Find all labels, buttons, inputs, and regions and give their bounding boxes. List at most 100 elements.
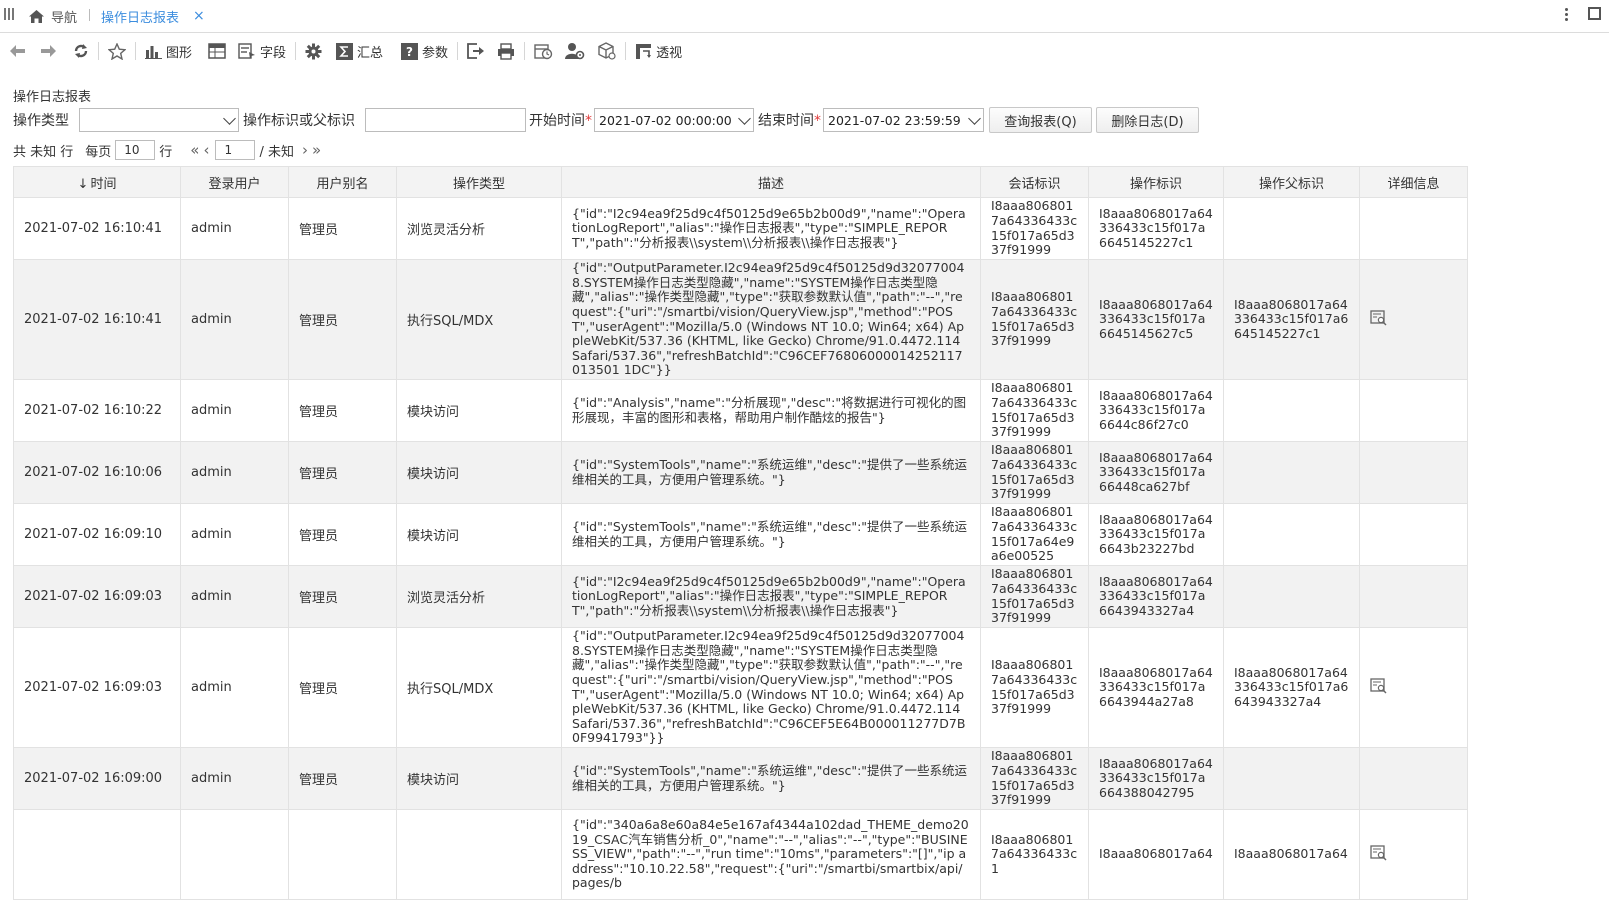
end-time-label: 结束时间* <box>758 110 821 130</box>
cell-time: 2021-07-02 16:10:41 <box>13 197 181 260</box>
field-icon <box>238 42 256 59</box>
table-row[interactable]: 2021-07-02 16:09:03 admin 管理员 浏览灵活分析 {"id":"… <box>13 565 1468 628</box>
param-button[interactable]: ? 参数 <box>398 39 451 63</box>
cell-parent-id <box>1223 565 1360 628</box>
next-page-icon[interactable]: › <box>300 141 310 159</box>
field-label: 字段 <box>260 45 287 61</box>
tab-operation-log-report[interactable]: 操作日志报表 × <box>101 6 205 26</box>
refresh-button[interactable] <box>70 39 92 63</box>
page-input[interactable]: 1 <box>215 140 256 160</box>
print-icon <box>498 42 515 60</box>
user-settings-button[interactable] <box>562 39 588 63</box>
detail-icon[interactable] <box>1370 677 1387 694</box>
table-row[interactable]: 2021-07-02 16:09:03 admin 管理员 执行SQL/MDX {"id… <box>13 627 1468 748</box>
table-row[interactable]: 2021-07-02 16:10:41 admin 管理员 执行SQL/MDX {"id… <box>13 259 1468 380</box>
table-view-button[interactable] <box>205 39 229 63</box>
end-time-label-text: 结束时间 <box>758 113 814 129</box>
home-icon <box>29 9 44 23</box>
cell-session: I8aaa8068017a64336433c15f017a64e9a6e0052… <box>980 503 1089 566</box>
column-header-op-id[interactable]: 操作标识 <box>1088 166 1224 198</box>
cube-icon <box>598 42 616 60</box>
cell-op-id: I8aaa8068017a64336433c15f017a6645145227c… <box>1088 197 1224 260</box>
back-button[interactable] <box>6 39 29 63</box>
column-header-desc[interactable]: 描述 <box>561 166 981 198</box>
menu-grip-icon[interactable] <box>4 8 14 22</box>
cell-alias: 管理员 <box>288 441 397 504</box>
start-time-label: 开始时间* <box>529 110 592 130</box>
prev-page-icon[interactable]: ‹ <box>201 141 211 159</box>
column-header-user[interactable]: 登录用户 <box>180 166 289 198</box>
print-button[interactable] <box>494 39 518 63</box>
column-header-parent-id[interactable]: 操作父标识 <box>1223 166 1360 198</box>
gear-icon <box>305 43 322 59</box>
cell-op-type: 浏览灵活分析 <box>396 565 562 628</box>
first-page-icon[interactable]: « <box>188 141 201 159</box>
cell-parent-id <box>1223 379 1360 442</box>
cell-time: 2021-07-02 16:10:22 <box>13 379 181 442</box>
column-header-op-type[interactable]: 操作类型 <box>396 166 562 198</box>
tab-home[interactable]: 导航 <box>28 6 77 26</box>
cell-alias: 管理员 <box>288 259 397 380</box>
parameter-panel: 操作类型 操作标识或父标识 开始时间* 2021-07-02 00:00:00 … <box>13 107 1199 133</box>
column-header-alias[interactable]: 用户别名 <box>288 166 397 198</box>
end-time-value: 2021-07-02 23:59:59 <box>828 112 961 128</box>
tab-home-label: 导航 <box>51 10 78 26</box>
sort-down-icon: ↓ <box>77 176 89 192</box>
cell-desc: {"id":"OutputParameter.I2c94ea9f25d9c4f5… <box>561 627 981 748</box>
export-button[interactable] <box>464 39 488 63</box>
detail-icon[interactable] <box>1370 844 1387 861</box>
close-icon[interactable]: × <box>193 8 205 24</box>
column-header-time[interactable]: ↓ 时间 <box>13 166 181 198</box>
delete-log-button[interactable]: 删除日志(D) <box>1096 107 1199 133</box>
column-header-session[interactable]: 会话标识 <box>980 166 1089 198</box>
cell-user: admin <box>180 747 289 810</box>
cell-detail <box>1359 197 1468 260</box>
cell-user: admin <box>180 503 289 566</box>
per-page-input[interactable]: 10 <box>115 140 156 160</box>
table-row[interactable]: 2021-07-02 16:09:00 admin 管理员 模块访问 {"id":"Sy… <box>13 747 1468 810</box>
detail-icon[interactable] <box>1370 309 1387 326</box>
cell-desc: {"id":"SystemTools","name":"系统运维","desc"… <box>561 503 981 566</box>
chart-button[interactable]: 图形 <box>142 39 195 63</box>
favorite-button[interactable] <box>105 39 129 63</box>
page-total-text: / 未知 <box>259 144 294 160</box>
required-mark: * <box>814 113 821 129</box>
cell-parent-id: I8aaa8068017a64336433c15f017a6645145227c… <box>1223 259 1360 380</box>
op-id-input[interactable] <box>365 108 526 132</box>
pivot-button[interactable]: 透视 <box>632 39 685 63</box>
field-button[interactable]: 字段 <box>235 39 289 63</box>
schedule-button[interactable] <box>531 39 556 63</box>
cube-button[interactable] <box>594 39 619 63</box>
column-header-detail[interactable]: 详细信息 <box>1359 166 1468 198</box>
summary-button[interactable]: 汇总 <box>333 39 386 63</box>
sum-icon <box>336 42 354 60</box>
cell-session: I8aaa8068017a64336433c15f017a65d337f9199… <box>980 627 1089 748</box>
op-type-select[interactable] <box>79 108 239 132</box>
end-time-select[interactable]: 2021-07-02 23:59:59 <box>823 108 984 132</box>
more-vertical-icon[interactable] <box>1563 6 1569 26</box>
cell-time: 2021-07-02 16:10:06 <box>13 441 181 504</box>
tab-divider <box>89 9 90 21</box>
last-page-icon[interactable]: » <box>310 141 323 159</box>
cell-alias: 管理员 <box>288 503 397 566</box>
start-time-select[interactable]: 2021-07-02 00:00:00 <box>594 108 754 132</box>
cell-op-id: I8aaa8068017a64336433c15f017a6644c86f27c… <box>1088 379 1224 442</box>
maximize-icon[interactable] <box>1588 7 1601 20</box>
table-row[interactable]: 2021-07-02 16:10:06 admin 管理员 模块访问 {"id":"Sy… <box>13 441 1468 504</box>
table-row[interactable]: {"id":"340a6a8e60a84e5e167af4344a102dad_… <box>13 809 1468 900</box>
cell-session: I8aaa8068017a64336433c15f017a65d337f9199… <box>980 565 1089 628</box>
report-title: 操作日志报表 <box>13 90 92 105</box>
table-row[interactable]: 2021-07-02 16:10:41 admin 管理员 浏览灵活分析 {"id":"… <box>13 197 1468 260</box>
schedule-icon <box>534 43 553 59</box>
cell-user: admin <box>180 379 289 442</box>
query-report-button[interactable]: 查询报表(Q) <box>989 107 1092 133</box>
cell-detail <box>1359 747 1468 810</box>
cell-op-id: I8aaa8068017a64336433c15f017a66448ca627b… <box>1088 441 1224 504</box>
pivot-label: 透视 <box>656 45 683 61</box>
settings-button[interactable] <box>302 39 325 63</box>
table-row[interactable]: 2021-07-02 16:09:10 admin 管理员 模块访问 {"id":"Sy… <box>13 503 1468 566</box>
table-row[interactable]: 2021-07-02 16:10:22 admin 管理员 模块访问 {"id":"An… <box>13 379 1468 442</box>
forward-button[interactable] <box>37 39 60 63</box>
cell-detail <box>1359 259 1468 380</box>
cell-op-id: I8aaa8068017a64336433c15f017a66438804279… <box>1088 747 1224 810</box>
